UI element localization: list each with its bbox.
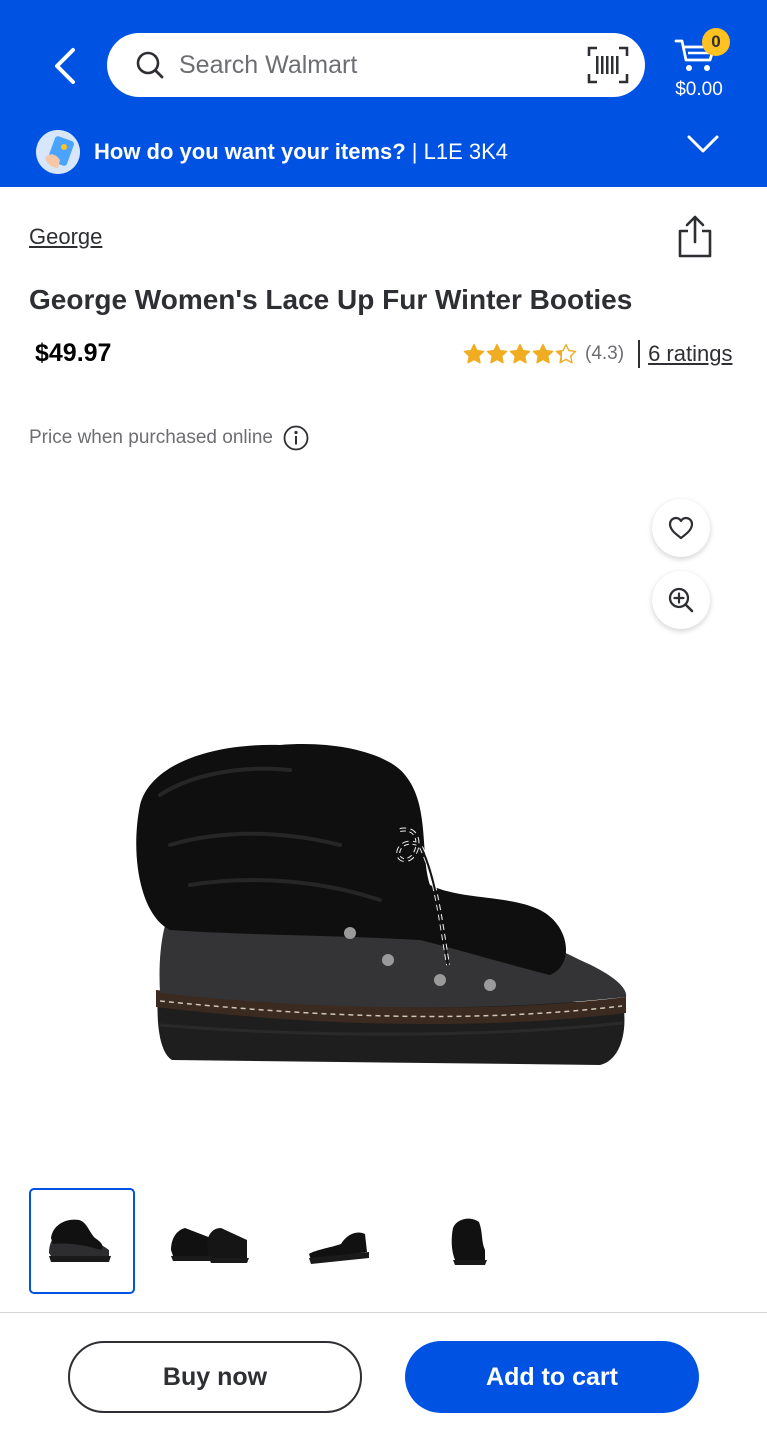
info-icon[interactable] xyxy=(283,425,309,451)
brand-link[interactable]: George xyxy=(29,224,102,250)
thumbnail-3[interactable] xyxy=(285,1188,391,1294)
search-input[interactable] xyxy=(179,45,569,85)
postal-code: L1E 3K4 xyxy=(423,139,509,164)
delivery-separator: | xyxy=(405,139,424,164)
product-price: $49.97 xyxy=(35,339,112,367)
thumbnail-image xyxy=(309,1232,369,1264)
add-to-cart-button[interactable]: Add to cart xyxy=(405,1341,699,1413)
delivery-question: How do you want your items? xyxy=(94,139,406,164)
rating-divider xyxy=(638,340,641,368)
delivery-text: How do you want your items? | L1E 3K4 xyxy=(94,139,508,165)
star-icon xyxy=(509,343,531,364)
back-arrow-icon xyxy=(55,48,75,84)
thumbnail-image xyxy=(171,1228,249,1263)
star-icon xyxy=(555,343,577,364)
share-icon[interactable] xyxy=(675,214,715,260)
thumbnail-1[interactable] xyxy=(29,1188,135,1294)
thumbnail-image xyxy=(49,1219,111,1262)
delivery-selector[interactable]: How do you want your items? | L1E 3K4 xyxy=(0,122,767,182)
thumbnail-2[interactable] xyxy=(157,1188,263,1294)
favorite-button[interactable] xyxy=(652,499,710,557)
price-note-text: Price when purchased online xyxy=(29,427,273,448)
ratings-link[interactable]: 6 ratings xyxy=(648,341,732,367)
star-rating xyxy=(463,343,577,365)
bottom-divider xyxy=(0,1312,767,1313)
barcode-scanner-icon[interactable] xyxy=(587,46,629,84)
star-icon xyxy=(532,343,554,364)
back-button[interactable] xyxy=(36,36,92,96)
star-icon xyxy=(486,343,508,364)
star-icon xyxy=(463,343,485,364)
zoom-in-icon xyxy=(668,587,694,613)
top-header: 0 $0.00 How do you want your items? | L1… xyxy=(0,0,767,187)
rating-value: (4.3) xyxy=(585,343,625,364)
chevron-down-icon xyxy=(687,135,719,153)
product-rating: (4.3) 6 ratings xyxy=(463,338,732,370)
product-title: George Women's Lace Up Fur Winter Bootie… xyxy=(29,284,633,315)
cart-button[interactable]: 0 $0.00 xyxy=(664,28,734,106)
heart-icon xyxy=(668,516,694,540)
delivery-icon xyxy=(36,130,80,174)
cart-count-badge: 0 xyxy=(702,28,730,56)
price-note: Price when purchased online xyxy=(29,425,309,451)
buy-now-button[interactable]: Buy now xyxy=(68,1341,362,1413)
search-icon xyxy=(136,51,164,79)
product-image[interactable] xyxy=(130,735,640,1080)
search-bar[interactable] xyxy=(107,33,645,97)
zoom-button[interactable] xyxy=(652,571,710,629)
cart-total: $0.00 xyxy=(675,79,723,100)
thumbnail-gallery xyxy=(29,1188,519,1294)
thumbnail-4[interactable] xyxy=(413,1188,519,1294)
thumbnail-image xyxy=(451,1218,487,1265)
